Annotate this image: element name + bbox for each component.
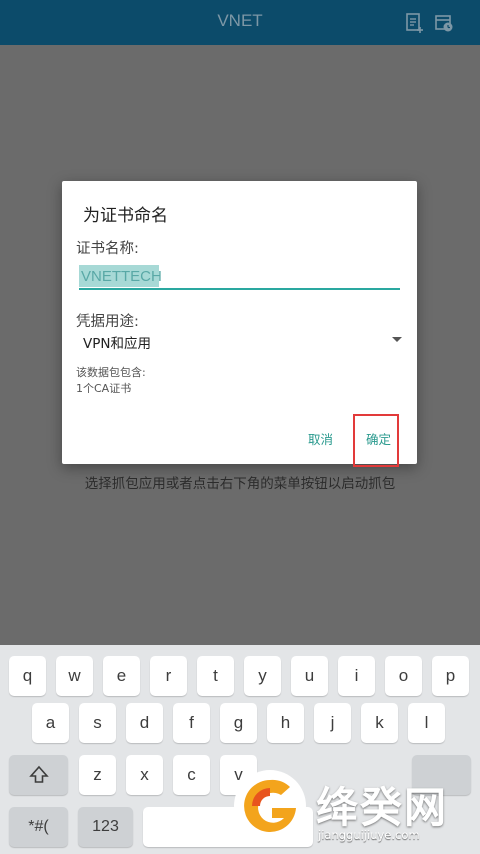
credential-usage-select[interactable]: VPN和应用 [76, 329, 402, 353]
app-bar: VNET [0, 0, 480, 45]
key-s[interactable]: s [79, 703, 116, 743]
key-y[interactable]: y [244, 656, 281, 696]
document-add-icon[interactable] [404, 12, 426, 34]
watermark-name: 绛癸网 [316, 783, 449, 832]
watermark-logo-icon [234, 770, 306, 842]
key-r[interactable]: r [150, 656, 187, 696]
certificate-name-input[interactable] [79, 264, 400, 290]
package-contains-label: 该数据包包含: [76, 366, 146, 379]
key-e[interactable]: e [103, 656, 140, 696]
key-p[interactable]: p [432, 656, 469, 696]
dialog-title: 为证书命名 [83, 206, 168, 226]
ok-highlight-box [353, 414, 399, 467]
key-g[interactable]: g [220, 703, 257, 743]
key-c[interactable]: c [173, 755, 210, 795]
key-t[interactable]: t [197, 656, 234, 696]
key-i[interactable]: i [338, 656, 375, 696]
key-f[interactable]: f [173, 703, 210, 743]
certificate-name-label: 证书名称: [76, 241, 139, 257]
key-a[interactable]: a [32, 703, 69, 743]
certificate-name-dialog: 为证书命名 证书名称: 凭据用途: VPN和应用 该数据包包含: 1个CA证书 … [62, 181, 417, 467]
key-j[interactable]: j [314, 703, 351, 743]
package-contains-value: 1个CA证书 [76, 382, 132, 395]
key-w[interactable]: w [56, 656, 93, 696]
shift-key[interactable] [9, 755, 68, 795]
watermark-url: jiangguijiuye.com [318, 828, 420, 842]
key-q[interactable]: q [9, 656, 46, 696]
watermark: 绛癸网 jiangguijiuye.com [232, 768, 480, 854]
symbols-key[interactable]: *#( [9, 807, 68, 847]
key-d[interactable]: d [126, 703, 163, 743]
key-h[interactable]: h [267, 703, 304, 743]
cancel-button[interactable]: 取消 [308, 429, 333, 448]
dropdown-arrow-icon [392, 337, 402, 342]
shift-icon [28, 765, 49, 783]
key-x[interactable]: x [126, 755, 163, 795]
key-u[interactable]: u [291, 656, 328, 696]
credential-usage-label: 凭据用途: [76, 314, 139, 330]
numbers-key[interactable]: 123 [78, 807, 133, 847]
capture-hint: 选择抓包应用或者点击右下角的菜单按钮以启动抓包 [84, 476, 396, 492]
key-o[interactable]: o [385, 656, 422, 696]
key-z[interactable]: z [79, 755, 116, 795]
credential-usage-value: VPN和应用 [83, 336, 151, 352]
key-l[interactable]: l [408, 703, 445, 743]
calendar-clock-icon[interactable] [433, 12, 455, 34]
key-k[interactable]: k [361, 703, 398, 743]
